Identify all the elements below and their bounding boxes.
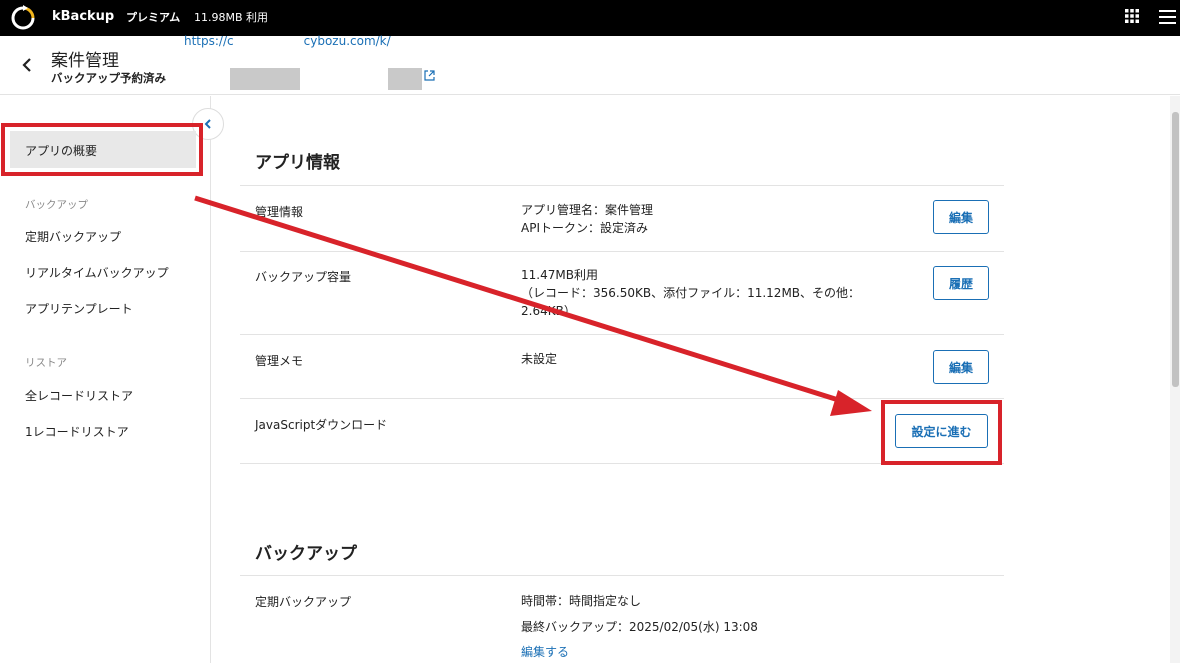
history-button[interactable]: 履歴 (933, 266, 989, 300)
value-line: 最終バックアップ：2025/02/05(水) 13:08 (521, 620, 758, 634)
plan-badge: プレミアム (126, 11, 181, 24)
sidebar (0, 96, 211, 663)
value-line: APIトークン：設定済み (521, 221, 648, 235)
external-link-icon[interactable] (424, 70, 435, 81)
row-value-capacity: 11.47MB利用 （レコード：356.50KB、添付ファイル：11.12MB、… (521, 266, 860, 320)
row-label-capacity: バックアップ容量 (255, 270, 352, 284)
hamburger-menu-icon[interactable] (1159, 10, 1176, 24)
row-label-memo: 管理メモ (255, 354, 304, 368)
sidebar-item-scheduled-backup[interactable]: 定期バックアップ (25, 228, 121, 245)
back-arrow-icon[interactable] (20, 57, 34, 73)
app-url-link[interactable]: https://c cybozu.com/k/ (184, 34, 391, 48)
backup-status: バックアップ予約済み (51, 71, 166, 85)
sidebar-item-realtime-backup[interactable]: リアルタイムバックアップ (25, 264, 169, 281)
divider (240, 398, 1004, 399)
value-line: （レコード：356.50KB、添付ファイル：11.12MB、その他： (521, 286, 861, 300)
row-value-management: アプリ管理名：案件管理 APIトークン：設定済み (521, 201, 653, 237)
kbackup-logo-icon[interactable] (10, 5, 36, 31)
sidebar-heading-restore: リストア (25, 357, 67, 369)
value-line: 11.47MB利用 (521, 268, 598, 282)
brand-name: kBackup (52, 9, 115, 24)
url-prefix: https://c (184, 34, 234, 48)
edit-memo-button[interactable]: 編集 (933, 350, 989, 384)
usage-text: 11.98MB 利用 (194, 11, 269, 24)
sidebar-heading-backup: バックアップ (25, 199, 88, 211)
divider (240, 185, 1004, 186)
section-title-app-info: アプリ情報 (255, 153, 340, 173)
url-domain: cybozu.com/k/ (303, 34, 391, 48)
highlight-box-app-overview (1, 123, 203, 176)
value-line: アプリ管理名：案件管理 (521, 203, 654, 217)
row-value-memo: 未設定 (521, 352, 558, 366)
redacted-block (388, 68, 422, 90)
row-label-scheduled-backup: 定期バックアップ (255, 595, 352, 609)
section-title-backup: バックアップ (255, 544, 357, 564)
row-label-management: 管理情報 (255, 205, 304, 219)
divider (240, 575, 1004, 576)
page-title: 案件管理 (51, 51, 119, 71)
divider (240, 251, 1004, 252)
edit-management-button[interactable]: 編集 (933, 200, 989, 234)
value-line: 時間帯：時間指定なし (521, 594, 642, 608)
apps-grid-icon[interactable] (1125, 9, 1139, 23)
divider (240, 334, 1004, 335)
scrollbar-thumb[interactable] (1172, 112, 1179, 387)
redacted-block (230, 68, 300, 90)
app-header: 案件管理 バックアップ予約済み (0, 36, 1180, 95)
row-label-js-download: JavaScriptダウンロード (255, 418, 388, 432)
sidebar-item-app-template[interactable]: アプリテンプレート (25, 300, 133, 317)
edit-scheduled-backup-link[interactable]: 編集する (521, 643, 569, 660)
highlight-box-proceed-button (881, 400, 1002, 465)
top-bar: kBackup プレミアム 11.98MB 利用 (0, 0, 1180, 36)
sidebar-item-single-restore[interactable]: 1レコードリストア (25, 423, 129, 440)
sidebar-item-full-restore[interactable]: 全レコードリストア (25, 387, 133, 404)
row-value-scheduled-backup: 時間帯：時間指定なし 最終バックアップ：2025/02/05(水) 13:08 (521, 592, 758, 636)
value-line: 2.64KB） (521, 304, 576, 318)
